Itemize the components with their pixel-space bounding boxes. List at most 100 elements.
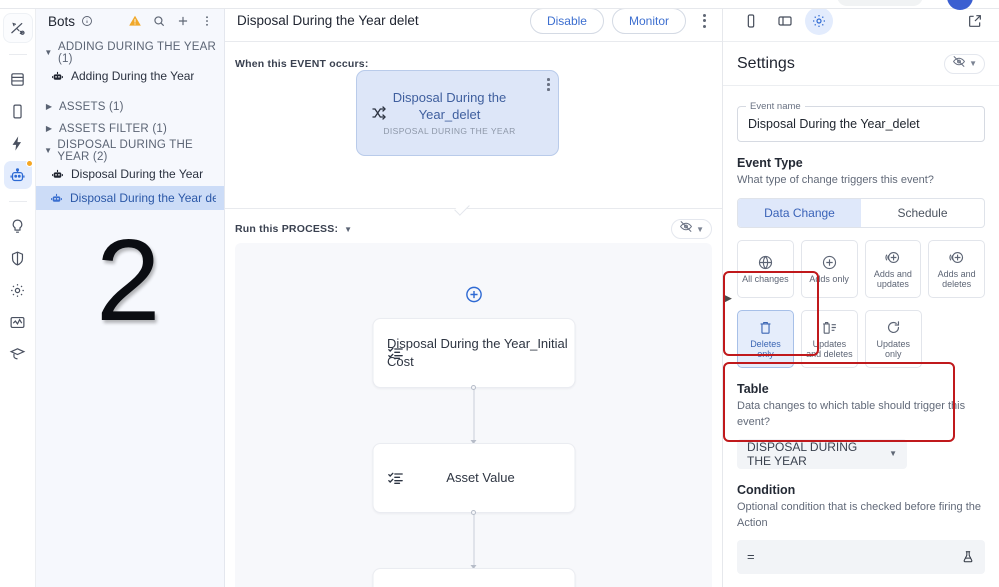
global-header-sliver [0, 0, 999, 10]
lightbulb-icon[interactable] [4, 212, 32, 240]
open-in-new-icon[interactable] [961, 7, 989, 35]
change-tile-all-changes[interactable]: All changes [737, 239, 794, 298]
event-type-description: What type of change triggers this event? [737, 174, 934, 186]
group-label: ASSETS FILTER (1) [59, 123, 167, 135]
bot-group-assets[interactable]: ▶ ASSETS (1) [36, 96, 224, 118]
bot-label: Disposal During the Year delet [70, 191, 216, 205]
flow-node-initial-cost[interactable]: Disposal During the Year_Initial Cost [372, 318, 575, 388]
desktop-preview-icon[interactable] [771, 7, 799, 35]
flow-node-title: Disposal During the Year_Initial Cost [387, 336, 568, 369]
process-flow: Disposal During the Year_Initial Cost As… [235, 243, 712, 587]
bot-group-disposal-during-the-year[interactable]: ▼ DISPOSAL DURING THE YEAR (2) [36, 139, 224, 163]
mobile-preview-icon[interactable] [737, 7, 765, 35]
change-tile-updates-and-deletes[interactable]: Updates and deletes [800, 309, 858, 368]
change-tile-adds-and-deletes[interactable]: Adds and deletes [928, 239, 985, 298]
bot-icon [50, 167, 64, 181]
graduation-icon[interactable] [4, 340, 32, 368]
event-node-subtitle: DISPOSAL DURING THE YEAR [383, 125, 516, 136]
connector-notch [454, 200, 470, 216]
settings-panel: Settings ▼ Event name Event Type What ty… [722, 0, 999, 587]
info-icon[interactable] [81, 15, 93, 27]
change-tile-adds-only[interactable]: Adds only [800, 239, 858, 298]
chevron-down-icon: ▼ [44, 48, 53, 57]
adds-deletes-icon [948, 249, 965, 266]
panel-visibility-toggle[interactable]: ▼ [944, 53, 985, 74]
search-icon[interactable] [150, 12, 168, 30]
chevron-down-icon: ▼ [969, 59, 977, 68]
refresh-icon [885, 319, 902, 336]
bot-label: Adding During the Year [71, 69, 195, 83]
sidebar-bot-disposal-during-the-year[interactable]: Disposal During the Year [36, 162, 224, 186]
table-select[interactable]: DISPOSAL DURING THE YEAR ▼ [737, 438, 907, 469]
change-tile-label: All changes [742, 273, 789, 284]
event-type-option-data-change[interactable]: Data Change [738, 198, 861, 227]
add-step-button[interactable] [464, 285, 483, 304]
flow-node-asset-value[interactable]: Asset Value [372, 443, 575, 513]
header-search-pill[interactable] [837, 0, 923, 6]
change-tile-label: Updates only [876, 338, 911, 359]
condition-input[interactable]: = [737, 539, 985, 574]
change-tile-label: Adds only [809, 273, 849, 284]
group-label: ADDING DURING THE YEAR (1) [57, 41, 216, 65]
event-type-option-schedule[interactable]: Schedule [861, 199, 984, 227]
workflow-icon[interactable] [3, 14, 32, 42]
flow-node-status-adding[interactable]: STATUS_ADDING [372, 568, 575, 587]
change-tile-updates-only[interactable]: Updates only [864, 309, 922, 368]
bot-label: Disposal During the Year [71, 167, 204, 181]
process-section-header: Run this PROCESS: ▼ ▼ [235, 216, 712, 242]
bot-group-assets-filter[interactable]: ▶ ASSETS FILTER (1) [36, 118, 224, 140]
gear-icon[interactable] [4, 276, 32, 304]
event-name-field[interactable]: Event name [737, 101, 985, 142]
adds-updates-icon [884, 249, 901, 266]
sidebar-bot-adding-during-the-year[interactable]: Adding During the Year [36, 64, 224, 88]
more-vert-icon[interactable] [694, 13, 714, 28]
change-tile-adds-and-updates[interactable]: Adds and updates [864, 239, 922, 298]
trash-lines-icon [821, 319, 838, 336]
monitor-button[interactable]: Monitor [611, 7, 686, 34]
activity-icon[interactable] [4, 308, 32, 336]
condition-description: Optional condition that is checked befor… [737, 500, 981, 529]
eye-off-icon [952, 55, 966, 73]
event-node-menu-icon[interactable] [547, 78, 550, 91]
flask-icon[interactable] [961, 549, 975, 565]
chevron-down-icon[interactable]: ▼ [344, 225, 352, 234]
chevron-down-icon: ▼ [889, 449, 897, 459]
event-type-segmented-control: Data Change Schedule [737, 197, 985, 228]
change-tile-deletes-only[interactable]: Deletes only [737, 309, 794, 368]
checklist-icon [387, 345, 403, 361]
left-icon-rail [0, 0, 36, 587]
app-icon[interactable] [4, 97, 32, 125]
condition-value: = [747, 549, 755, 565]
sidebar-title: Bots [48, 13, 76, 29]
disable-button[interactable]: Disable [529, 7, 604, 34]
table-icon[interactable] [4, 65, 32, 93]
group-label: DISPOSAL DURING THE YEAR (2) [57, 139, 193, 163]
step-number-watermark: 2 [96, 215, 161, 345]
gear-icon[interactable] [805, 6, 833, 35]
bot-group-adding-during-the-year[interactable]: ▼ ADDING DURING THE YEAR (1) [36, 41, 224, 65]
event-name-input[interactable] [748, 117, 974, 131]
event-zone: When this EVENT occurs: Disposal During … [225, 42, 722, 176]
shield-icon[interactable] [4, 244, 32, 272]
more-vert-icon[interactable] [198, 12, 216, 30]
warning-icon[interactable] [126, 12, 144, 30]
bot-icon[interactable] [3, 160, 33, 189]
event-node[interactable]: Disposal During the Year_delet DISPOSAL … [356, 70, 559, 156]
lightning-icon[interactable] [4, 129, 32, 157]
flow-edge-2 [470, 510, 477, 569]
avatar[interactable] [947, 0, 973, 10]
bot-editor: Disposal During the Year delet Disable M… [225, 0, 722, 587]
chevron-right-icon: ▶ [45, 124, 53, 133]
plus-circle-icon [821, 254, 838, 271]
add-icon[interactable] [174, 12, 192, 30]
settings-header: Settings ▼ [723, 42, 999, 86]
event-type-heading: Event Type [737, 156, 803, 170]
flow-node-title: Asset Value [446, 470, 515, 486]
panel-title: Settings [737, 54, 795, 72]
visibility-toggle[interactable]: ▼ [671, 219, 712, 239]
table-description: Data changes to which table should trigg… [737, 399, 966, 428]
table-heading: Table [737, 381, 769, 396]
group-label: ASSETS (1) [59, 101, 124, 113]
sidebar-bot-disposal-during-the-year-delet[interactable]: Disposal During the Year delet [36, 186, 224, 210]
editor-canvas: When this EVENT occurs: Disposal During … [225, 42, 722, 587]
